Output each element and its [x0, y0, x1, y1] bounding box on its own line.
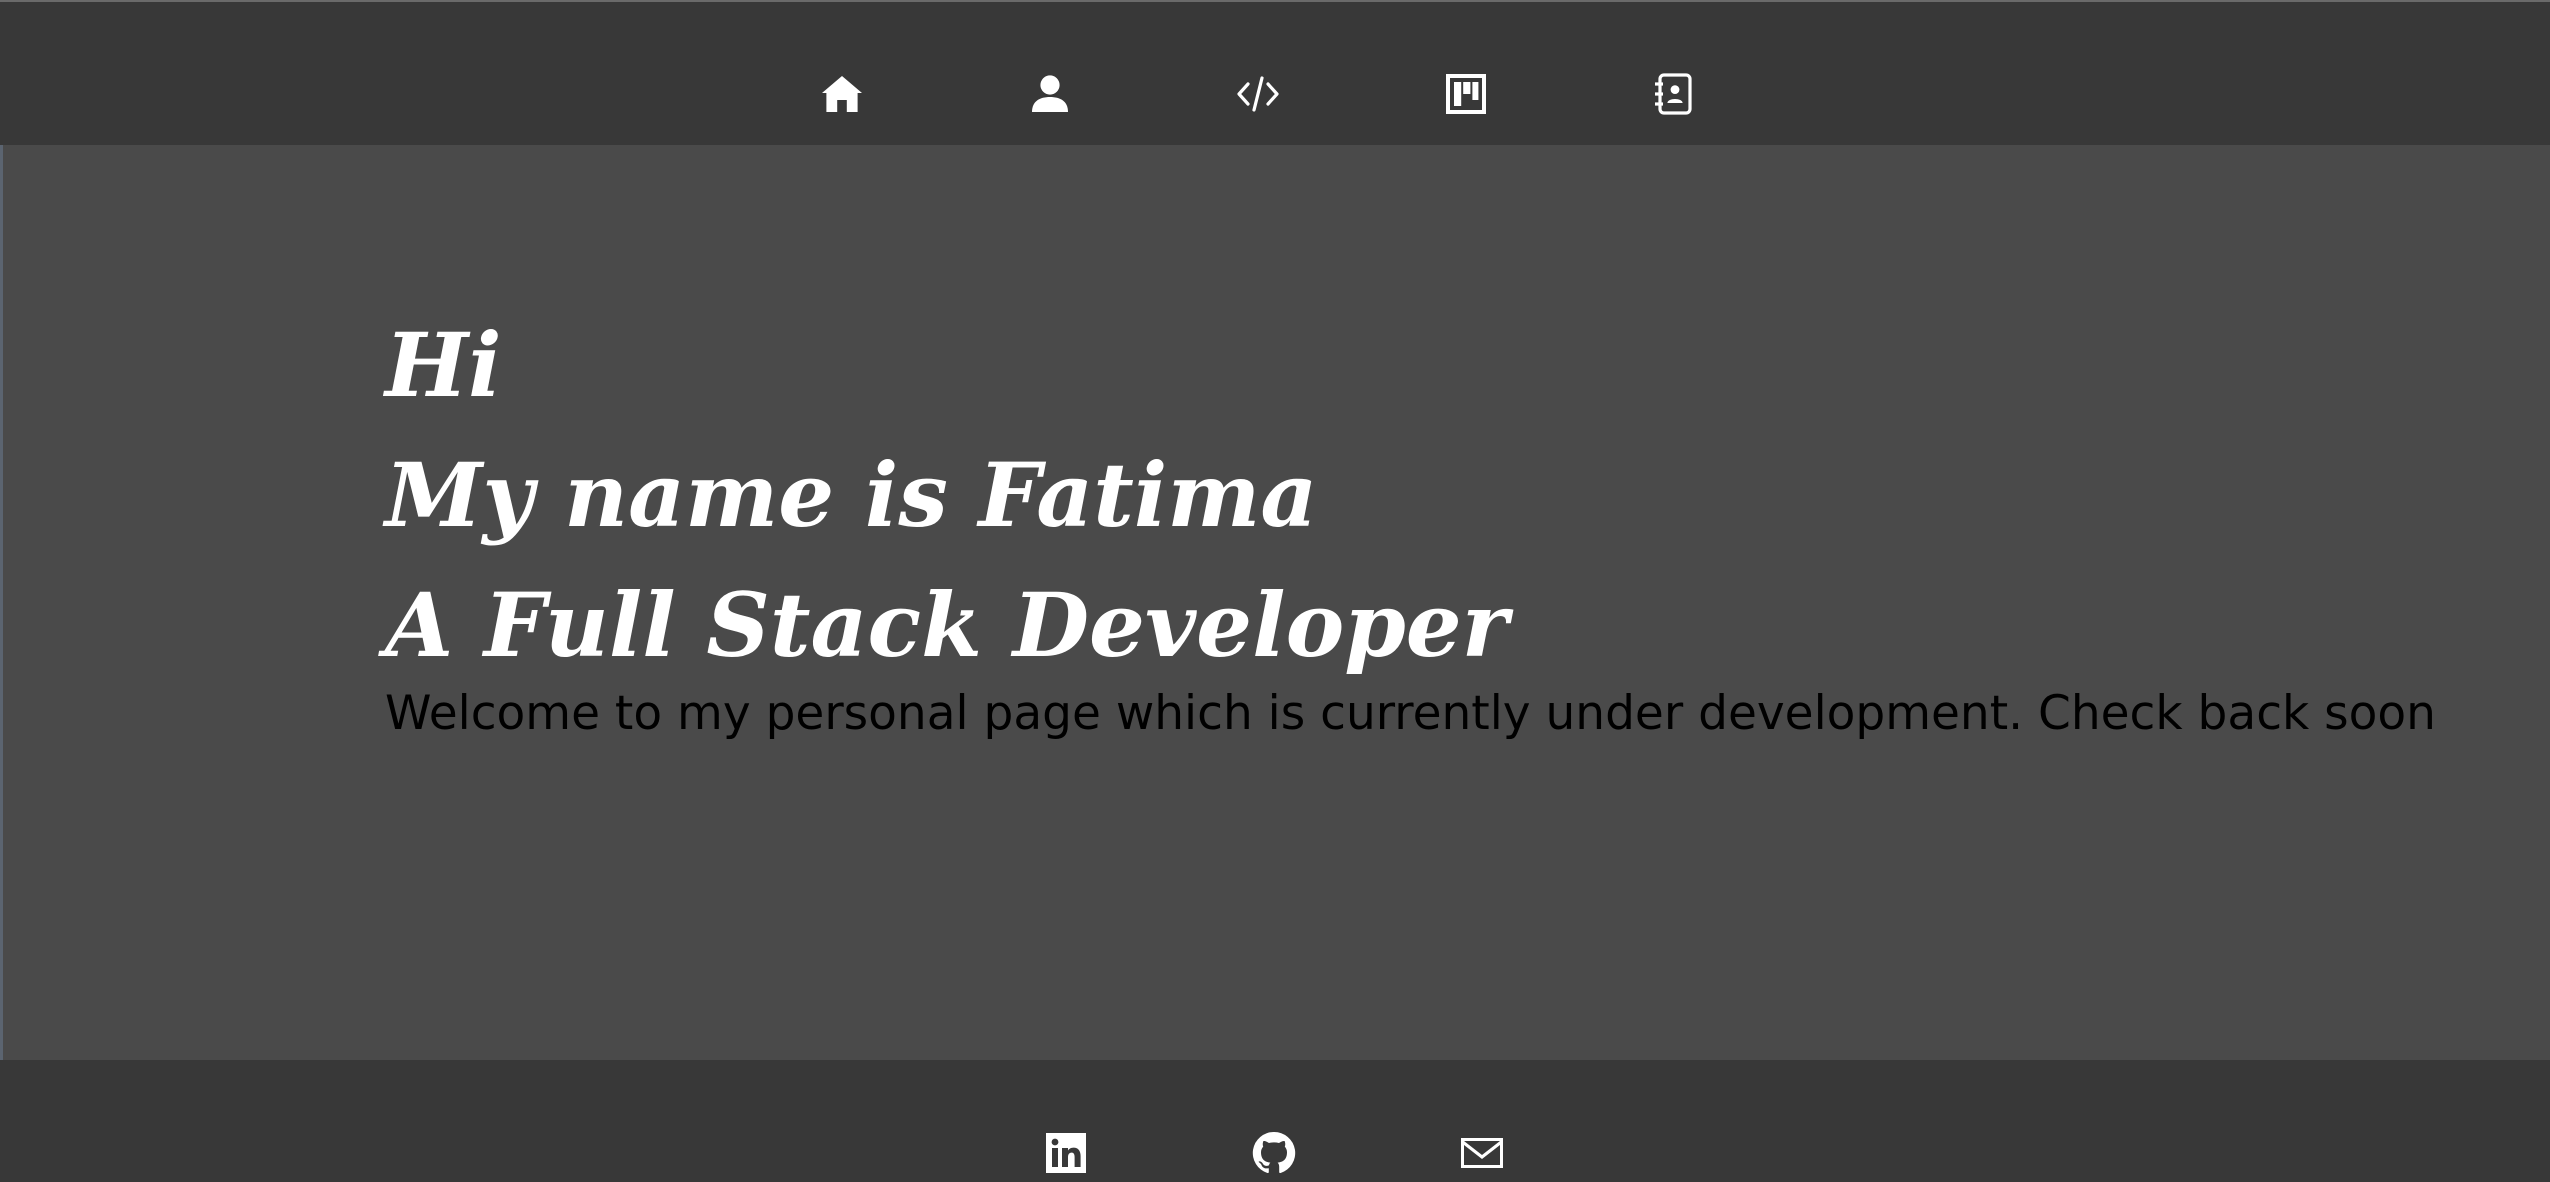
page: Hi My name is Fatima A Full Stack Develo…	[0, 0, 2550, 1182]
linkedin-link[interactable]	[1040, 1127, 1092, 1179]
welcome-message: Welcome to my personal page which is cur…	[385, 686, 2436, 741]
hero-section: Hi My name is Fatima A Full Stack Develo…	[385, 300, 2385, 690]
kanban-icon	[1446, 74, 1486, 114]
github-icon	[1252, 1131, 1296, 1174]
window-edge	[0, 0, 3, 1182]
nav-contact-link[interactable]	[1648, 68, 1700, 120]
nav-about-link[interactable]	[1024, 68, 1076, 120]
nav-projects-link[interactable]	[1232, 68, 1284, 120]
code-icon	[1237, 76, 1279, 112]
footer-bar	[0, 1060, 2550, 1182]
top-nav-bar	[0, 0, 2550, 145]
hero-name: My name is Fatima	[385, 443, 1318, 547]
github-link[interactable]	[1248, 1127, 1300, 1179]
hero-greeting: Hi	[385, 313, 502, 417]
user-icon	[1032, 75, 1068, 112]
home-icon	[822, 76, 862, 112]
linkedin-icon	[1046, 1133, 1086, 1173]
email-link[interactable]	[1456, 1127, 1508, 1179]
contact-book-icon	[1655, 73, 1692, 115]
hero-role: A Full Stack Developer	[385, 573, 1509, 677]
nav-home-link[interactable]	[816, 68, 868, 120]
mail-icon	[1461, 1138, 1503, 1168]
nav-board-link[interactable]	[1440, 68, 1492, 120]
